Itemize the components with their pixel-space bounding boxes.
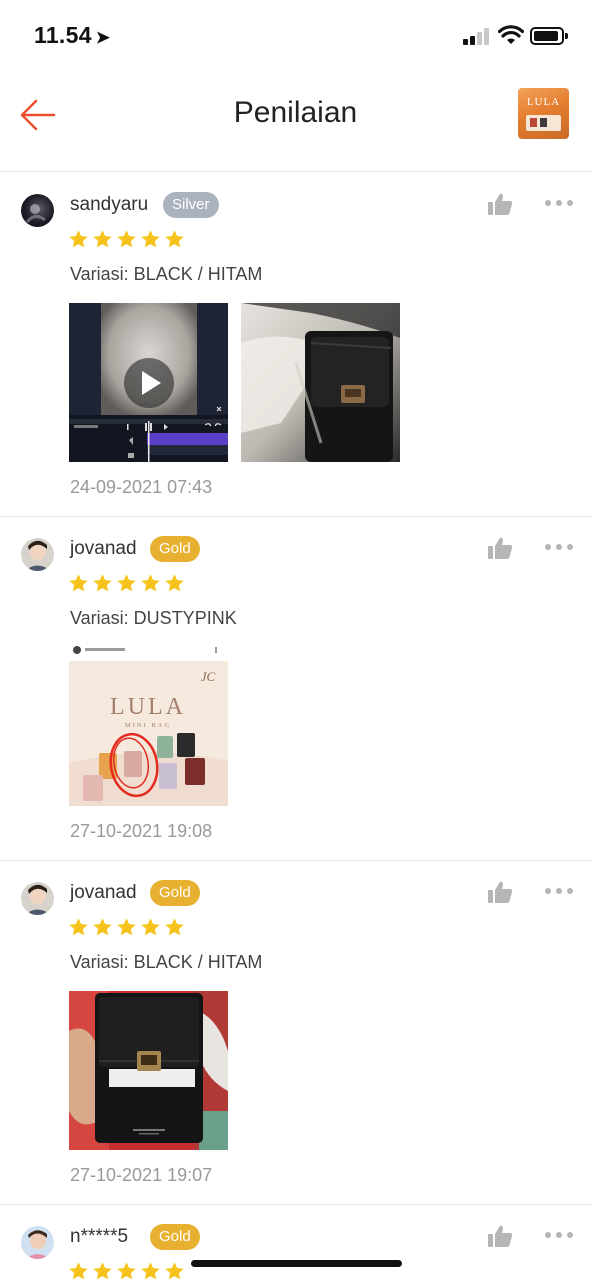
star-icon	[93, 1262, 112, 1280]
home-indicator[interactable]	[191, 1260, 402, 1267]
lula-brand-text: LULA	[110, 694, 186, 720]
star-icon	[165, 574, 184, 592]
top-navigation-bar: Penilaian LULA	[0, 70, 591, 172]
star-rating	[68, 229, 185, 251]
more-options-icon[interactable]	[545, 200, 573, 208]
reviewer-username[interactable]: sandyaru	[70, 194, 148, 216]
star-rating	[68, 1261, 185, 1280]
review-item: sandyaru Silver Variasi: BLACK / HITAM 2…	[0, 173, 591, 517]
review-item: jovanad Gold Variasi: DUSTYPINK JC LULA …	[0, 517, 591, 861]
star-icon	[165, 918, 184, 936]
review-photo[interactable]	[69, 991, 228, 1150]
review-timestamp: 27-10-2021 19:08	[70, 821, 213, 841]
star-icon	[141, 574, 160, 592]
mini-bag-text: MINI BAG	[125, 722, 171, 729]
star-icon	[165, 230, 184, 248]
member-badge: Gold	[150, 1224, 200, 1250]
thumbs-up-icon[interactable]	[487, 536, 513, 560]
star-icon	[117, 918, 136, 936]
avatar[interactable]	[21, 1226, 54, 1259]
more-options-icon[interactable]	[545, 888, 573, 896]
star-rating	[68, 917, 185, 939]
review-timestamp: 27-10-2021 19:07	[70, 1165, 213, 1185]
cellular-signal-icon	[463, 28, 491, 45]
member-badge: Gold	[150, 880, 200, 906]
star-rating	[68, 573, 185, 595]
member-badge: Gold	[150, 536, 200, 562]
variation-text: Variasi: BLACK / HITAM	[70, 264, 263, 284]
avatar[interactable]	[21, 194, 54, 227]
variation-text: Variasi: BLACK / HITAM	[70, 952, 263, 972]
battery-icon	[530, 27, 568, 45]
review-photo[interactable]	[241, 303, 400, 462]
svg-text:JC: JC	[201, 669, 216, 684]
reviewer-username[interactable]: jovanad	[70, 882, 137, 904]
reviewer-username[interactable]: jovanad	[70, 538, 137, 560]
product-thumbnail-label: LULA	[526, 96, 561, 108]
avatar[interactable]	[21, 882, 54, 915]
star-icon	[117, 574, 136, 592]
star-icon	[141, 230, 160, 248]
star-icon	[69, 574, 88, 592]
review-timestamp: 24-09-2021 07:43	[70, 477, 213, 497]
review-video-thumbnail[interactable]	[69, 303, 228, 462]
status-time-text: 11.54	[34, 22, 92, 48]
star-icon	[141, 1262, 160, 1280]
reviewer-username[interactable]: n*****5	[70, 1226, 128, 1248]
star-icon	[141, 918, 160, 936]
review-item: n*****5 Gold	[0, 1205, 591, 1280]
star-icon	[165, 1262, 184, 1280]
review-photo[interactable]: JC LULA MINI BAG	[69, 643, 228, 806]
star-icon	[93, 574, 112, 592]
thumbs-up-icon[interactable]	[487, 192, 513, 216]
star-icon	[117, 1262, 136, 1280]
wifi-icon	[498, 25, 524, 44]
thumbs-up-icon[interactable]	[487, 1224, 513, 1248]
thumbs-up-icon[interactable]	[487, 880, 513, 904]
star-icon	[93, 230, 112, 248]
star-icon	[69, 918, 88, 936]
review-item: jovanad Gold Variasi: BLACK / HITAM 27-1…	[0, 861, 591, 1205]
location-arrow-icon: ➤	[95, 28, 111, 47]
star-icon	[69, 230, 88, 248]
star-icon	[117, 230, 136, 248]
status-time: 11.54 ➤	[34, 22, 110, 49]
avatar[interactable]	[21, 538, 54, 571]
star-icon	[69, 1262, 88, 1280]
variation-text: Variasi: DUSTYPINK	[70, 608, 237, 628]
product-thumbnail-box	[526, 115, 561, 131]
status-bar: 11.54 ➤	[0, 0, 591, 70]
star-icon	[93, 918, 112, 936]
product-thumbnail[interactable]: LULA	[518, 88, 569, 139]
member-badge: Silver	[163, 192, 219, 218]
more-options-icon[interactable]	[545, 1232, 573, 1240]
page-title: Penilaian	[233, 96, 358, 129]
more-options-icon[interactable]	[545, 544, 573, 552]
